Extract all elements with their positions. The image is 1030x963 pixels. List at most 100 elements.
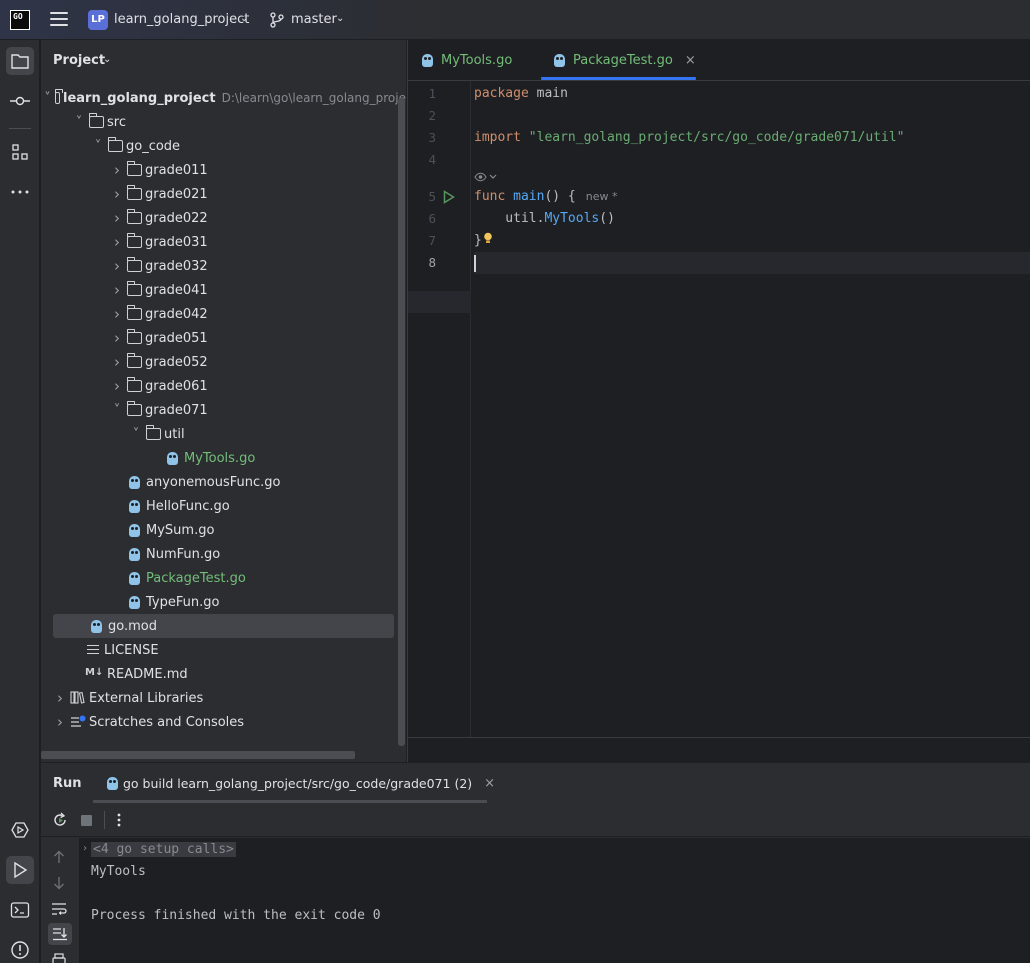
tree-item[interactable]: › grade042 bbox=[41, 302, 406, 326]
chevron-down-icon[interactable]: ⌄ bbox=[336, 13, 344, 24]
tree-item[interactable]: › grade061 bbox=[41, 374, 406, 398]
tree-item[interactable]: ˅ grade071 bbox=[41, 398, 406, 422]
chevron-right-icon[interactable]: › bbox=[111, 353, 123, 371]
tree-item[interactable]: › grade031 bbox=[41, 230, 406, 254]
tree-item[interactable]: › External Libraries bbox=[41, 686, 406, 710]
code-vision-icon[interactable] bbox=[474, 171, 498, 183]
chevron-right-icon[interactable]: › bbox=[111, 257, 123, 275]
structure-tool-button[interactable] bbox=[6, 138, 34, 166]
tree-item[interactable]: › grade021 bbox=[41, 182, 406, 206]
chevron-down-icon[interactable]: ⌄ bbox=[240, 13, 248, 24]
chevron-right-icon[interactable]: › bbox=[54, 713, 66, 731]
chevron-right-icon[interactable]: › bbox=[82, 843, 88, 854]
folder-icon bbox=[127, 401, 142, 416]
project-selector[interactable]: learn_golang_project bbox=[114, 12, 249, 27]
tree-item[interactable]: › Scratches and Consoles bbox=[41, 710, 406, 734]
console-folded-line[interactable]: <4 go setup calls> bbox=[91, 839, 236, 861]
chevron-right-icon[interactable]: › bbox=[111, 281, 123, 299]
tree-item[interactable]: ˅ src bbox=[41, 110, 406, 134]
text-caret bbox=[474, 255, 476, 272]
close-icon[interactable]: × bbox=[685, 53, 696, 68]
chevron-right-icon[interactable]: › bbox=[111, 161, 123, 179]
chevron-right-icon[interactable]: › bbox=[111, 329, 123, 347]
branch-selector[interactable]: master bbox=[291, 12, 337, 27]
tree-item[interactable]: PackageTest.go bbox=[41, 566, 406, 590]
tree-item[interactable]: › grade022 bbox=[41, 206, 406, 230]
arrow-down-icon[interactable] bbox=[53, 876, 65, 890]
chevron-down-icon[interactable]: ˅ bbox=[92, 139, 104, 154]
tree-item[interactable]: MySum.go bbox=[41, 518, 406, 542]
services-tool-button[interactable] bbox=[6, 816, 34, 844]
tree-item[interactable]: NumFun.go bbox=[41, 542, 406, 566]
run-config-tab[interactable]: go build learn_golang_project/src/go_cod… bbox=[107, 776, 495, 791]
horizontal-scrollbar[interactable] bbox=[41, 751, 355, 759]
tab-label: PackageTest.go bbox=[573, 53, 673, 68]
tree-item[interactable]: MyTools.go bbox=[41, 446, 406, 470]
project-panel-title[interactable]: Project bbox=[53, 53, 105, 68]
vertical-scrollbar[interactable] bbox=[398, 98, 405, 746]
tree-item[interactable]: M↓ README.md bbox=[41, 662, 406, 686]
more-tools-button[interactable] bbox=[6, 178, 34, 206]
folder-icon bbox=[89, 113, 104, 128]
run-gutter-icon[interactable] bbox=[443, 190, 455, 204]
project-tool-button[interactable] bbox=[6, 47, 34, 75]
chevron-down-icon[interactable]: ˅ bbox=[73, 115, 85, 130]
chevron-right-icon[interactable]: › bbox=[111, 233, 123, 251]
folder-icon bbox=[127, 353, 142, 368]
more-vertical-icon[interactable] bbox=[117, 813, 121, 827]
chevron-right-icon[interactable]: › bbox=[111, 305, 123, 323]
main-menu-icon[interactable] bbox=[50, 12, 68, 26]
toolbar-divider bbox=[104, 811, 105, 829]
tree-item[interactable]: TypeFun.go bbox=[41, 590, 406, 614]
close-icon[interactable]: × bbox=[484, 776, 495, 791]
chevron-right-icon[interactable]: › bbox=[111, 209, 123, 227]
tree-item[interactable]: anyonemousFunc.go bbox=[41, 470, 406, 494]
code-editor[interactable]: package main import "learn_golang_projec… bbox=[474, 81, 1030, 737]
chevron-down-icon[interactable]: ˅ bbox=[130, 427, 142, 442]
project-badge[interactable]: LP bbox=[88, 10, 108, 30]
tree-item[interactable]: ˅ util bbox=[41, 422, 406, 446]
tree-item[interactable]: › grade052 bbox=[41, 350, 406, 374]
tree-item-label: Scratches and Consoles bbox=[89, 714, 245, 730]
folded-setup-calls[interactable]: <4 go setup calls> bbox=[91, 842, 236, 857]
line-number: 7 bbox=[428, 233, 436, 248]
chevron-right-icon[interactable]: › bbox=[111, 185, 123, 203]
commit-tool-button[interactable] bbox=[6, 87, 34, 115]
editor-tabs: MyTools.go PackageTest.go × bbox=[408, 40, 1030, 81]
terminal-tool-button[interactable] bbox=[6, 896, 34, 924]
tree-item[interactable]: ˅ go_code bbox=[41, 134, 406, 158]
git-branch-icon[interactable] bbox=[270, 12, 284, 28]
chevron-right-icon[interactable]: › bbox=[54, 689, 66, 707]
tree-item[interactable]: LICENSE bbox=[41, 638, 406, 662]
scroll-to-end-button[interactable] bbox=[48, 923, 72, 945]
go-file-icon bbox=[129, 595, 140, 609]
goland-logo-icon[interactable]: GO bbox=[10, 10, 30, 30]
soft-wrap-icon[interactable] bbox=[51, 902, 67, 916]
author-inlay-hint[interactable]: new * bbox=[586, 190, 618, 203]
tree-item[interactable]: HelloFunc.go bbox=[41, 494, 406, 518]
tree-item[interactable]: › grade011 bbox=[41, 158, 406, 182]
arrow-up-icon[interactable] bbox=[53, 850, 65, 864]
run-tool-button[interactable] bbox=[6, 856, 34, 884]
print-icon[interactable] bbox=[52, 953, 66, 963]
rerun-icon[interactable] bbox=[52, 812, 68, 828]
chevron-right-icon[interactable]: › bbox=[111, 377, 123, 395]
problems-tool-button[interactable] bbox=[6, 936, 34, 963]
chevron-down-icon[interactable]: ˅ bbox=[111, 403, 123, 418]
chevron-down-icon[interactable]: ˅ bbox=[44, 91, 51, 106]
lightbulb-icon[interactable] bbox=[483, 232, 493, 244]
chevron-down-icon[interactable]: ⌄ bbox=[103, 54, 111, 65]
tree-item[interactable]: › grade041 bbox=[41, 278, 406, 302]
stop-icon[interactable] bbox=[81, 815, 92, 826]
tree-item[interactable]: ˅ learn_golang_project D:\learn\go\learn_g… bbox=[41, 86, 406, 110]
tree-item[interactable]: › grade051 bbox=[41, 326, 406, 350]
tree-item-label: grade041 bbox=[145, 282, 208, 298]
tab-packagetest[interactable]: PackageTest.go × bbox=[554, 40, 696, 81]
console-output[interactable]: › <4 go setup calls> MyTools Process fin… bbox=[79, 838, 1030, 963]
tree-item-label: util bbox=[164, 426, 185, 442]
run-tab-label: go build learn_golang_project/src/go_cod… bbox=[123, 776, 473, 791]
tree-item[interactable]: go.mod bbox=[53, 614, 394, 638]
tab-mytools[interactable]: MyTools.go bbox=[422, 40, 512, 81]
tree-item[interactable]: › grade032 bbox=[41, 254, 406, 278]
code-punct: () bbox=[599, 211, 615, 226]
